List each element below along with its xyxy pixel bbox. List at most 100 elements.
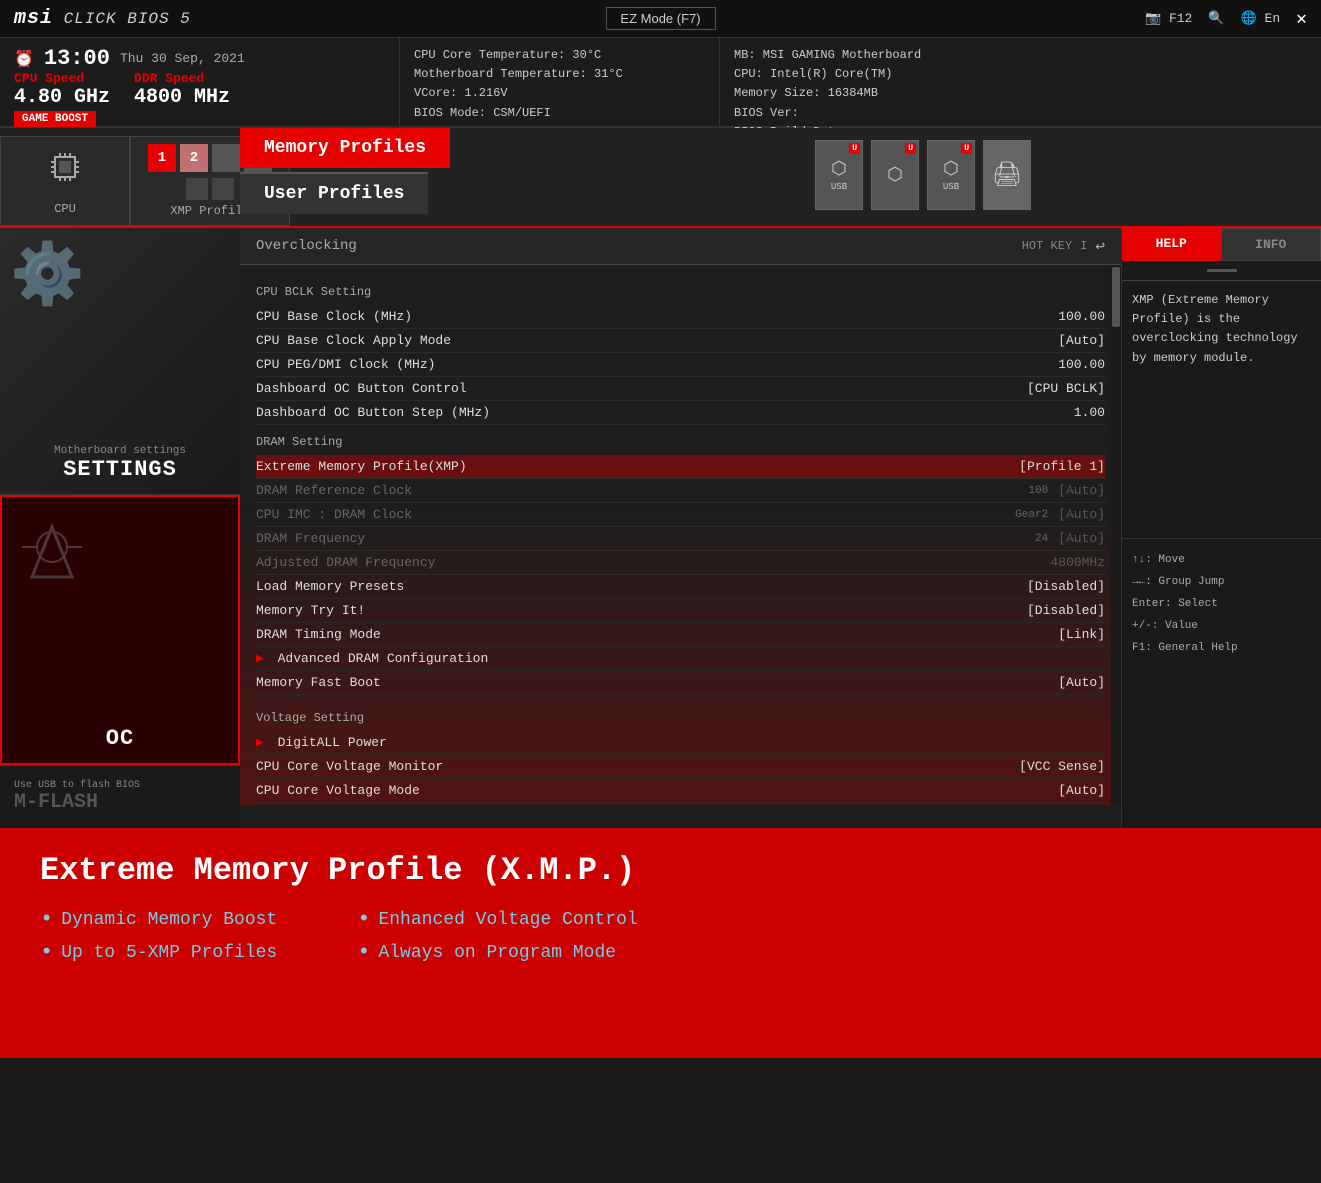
settings-bg-icon: ⚙️ xyxy=(10,238,85,313)
setting-cpu-core-volt-mode[interactable]: CPU Core Voltage Mode [Auto] xyxy=(256,779,1105,803)
xmp-num-5 xyxy=(186,178,208,200)
search-button[interactable]: 🔍 xyxy=(1208,11,1224,26)
top-bar: msi CLICK BIOS 5 EZ Mode (F7) 📷 F12 🔍 🌐 … xyxy=(0,0,1321,38)
setting-dram-freq[interactable]: DRAM Frequency 24 [Auto] xyxy=(256,527,1105,551)
setting-cpu-core-volt-monitor[interactable]: CPU Core Voltage Monitor [VCC Sense] xyxy=(256,755,1105,779)
screenshot-button[interactable]: 📷 F12 xyxy=(1145,11,1192,26)
usb-icon-1[interactable]: U ⬡ USB xyxy=(815,140,863,210)
oc-header: Overclocking HOT KEY I ↩ xyxy=(240,228,1121,265)
cpu-icon xyxy=(45,147,85,196)
tab-cpu[interactable]: CPU xyxy=(0,136,130,226)
user-profiles-button[interactable]: User Profiles xyxy=(240,172,428,214)
feature-dynamic-memory: Dynamic Memory Boost xyxy=(40,907,277,932)
tab-help[interactable]: HELP xyxy=(1122,228,1221,261)
language-button[interactable]: 🌐 En xyxy=(1241,11,1281,26)
features-right: Enhanced Voltage Control Always on Progr… xyxy=(357,907,637,965)
help-footer-enter: Enter: Select xyxy=(1132,593,1311,615)
memory-profiles-button[interactable]: Memory Profiles xyxy=(240,128,450,168)
usb-icon-2[interactable]: U ⬡ xyxy=(871,140,919,210)
feature-5xmp-profiles: Up to 5-XMP Profiles xyxy=(40,940,277,965)
sidebar: ⚙️ Motherboard settings SETTINGS OC Use xyxy=(0,228,240,828)
hotkey-row: HOT KEY I ↩ xyxy=(1022,236,1105,256)
bottom-title: Extreme Memory Profile (X.M.P.) xyxy=(40,852,1281,889)
usb-label-1: USB xyxy=(831,182,847,192)
current-time: 13:00 xyxy=(44,46,110,71)
setting-load-mem-presets[interactable]: Load Memory Presets [Disabled] xyxy=(256,575,1105,599)
ez-mode-button[interactable]: EZ Mode (F7) xyxy=(605,7,715,30)
close-button[interactable]: ✕ xyxy=(1296,8,1307,30)
sidebar-item-mflash[interactable]: Use USB to flash BIOS M-FLASH xyxy=(0,765,240,828)
setting-mem-fast-boot[interactable]: Memory Fast Boot [Auto] xyxy=(256,671,1105,695)
help-panel: HELP INFO XMP (Extreme Memory Profile) i… xyxy=(1121,228,1321,828)
back-button[interactable]: ↩ xyxy=(1095,236,1105,256)
info-bar: ⏰ 13:00 Thu 30 Sep, 2021 CPU Speed 4.80 … xyxy=(0,38,1321,128)
usb-badge-2: U xyxy=(905,143,916,154)
info-left: ⏰ 13:00 Thu 30 Sep, 2021 CPU Speed 4.80 … xyxy=(0,38,400,126)
usb-icon-3[interactable]: U ⬡ USB xyxy=(927,140,975,210)
oc-content: CPU BCLK Setting CPU Base Clock (MHz) 10… xyxy=(240,265,1121,805)
section-dram: DRAM Setting xyxy=(256,435,1105,449)
current-date: Thu 30 Sep, 2021 xyxy=(120,51,245,66)
usb-symbol-3: ⬡ xyxy=(943,158,959,180)
setting-digitall-power[interactable]: ▶ DigitALL Power xyxy=(256,731,1105,755)
scrollbar[interactable] xyxy=(1111,265,1121,805)
tab-info[interactable]: INFO xyxy=(1221,228,1321,261)
cpu-speed: CPU Speed 4.80 GHz xyxy=(14,71,110,109)
info-right: MB: MSI GAMING Motherboard CPU: Intel(R)… xyxy=(720,38,1321,126)
usb-badge-3: U xyxy=(961,143,972,154)
xmp-num-6 xyxy=(212,178,234,200)
usb-symbol-2: ⬡ xyxy=(887,164,903,186)
help-footer: ↑↓: Move →←: Group Jump Enter: Select +/… xyxy=(1122,538,1321,669)
bios-ver: BIOS Ver: xyxy=(734,104,1307,123)
section-voltage: Voltage Setting xyxy=(256,711,1105,725)
info-mid: CPU Core Temperature: 30°C Motherboard T… xyxy=(400,38,720,126)
oc-panel: Overclocking HOT KEY I ↩ CPU BCLK Settin… xyxy=(240,228,1121,828)
hotkey-label: HOT KEY xyxy=(1022,239,1072,253)
sidebar-item-settings[interactable]: ⚙️ Motherboard settings SETTINGS xyxy=(0,228,240,495)
setting-advanced-dram[interactable]: ▶ Advanced DRAM Configuration xyxy=(256,647,1105,671)
oc-title: Overclocking xyxy=(256,238,357,254)
clock-icon: ⏰ xyxy=(14,49,34,69)
help-footer-move: ↑↓: Move xyxy=(1132,549,1311,571)
setting-xmp[interactable]: Extreme Memory Profile(XMP) [Profile 1] xyxy=(256,455,1105,479)
mb-temp: Motherboard Temperature: 31°C xyxy=(414,65,705,84)
setting-cpu-imc-dram[interactable]: CPU IMC : DRAM Clock Gear2 [Auto] xyxy=(256,503,1105,527)
cpu-name: CPU: Intel(R) Core(TM) xyxy=(734,65,1307,84)
setting-dram-ref-clock[interactable]: DRAM Reference Clock 100 [Auto] xyxy=(256,479,1105,503)
setting-cpu-peg-dmi[interactable]: CPU PEG/DMI Clock (MHz) 100.00 xyxy=(256,353,1105,377)
tab-cpu-label: CPU xyxy=(54,202,76,216)
xmp-bottom-nums xyxy=(186,178,234,200)
setting-cpu-base-clock-mode[interactable]: CPU Base Clock Apply Mode [Auto] xyxy=(256,329,1105,353)
cpu-temp: CPU Core Temperature: 30°C xyxy=(414,46,705,65)
speed-row: CPU Speed 4.80 GHz DDR Speed 4800 MHz xyxy=(14,71,385,109)
setting-dashboard-oc-step[interactable]: Dashboard OC Button Step (MHz) 1.00 xyxy=(256,401,1105,425)
setting-mem-try-it[interactable]: Memory Try It! [Disabled] xyxy=(256,599,1105,623)
mem-size: Memory Size: 16384MB xyxy=(734,84,1307,103)
msi-logo: msi CLICK BIOS 5 xyxy=(14,7,191,30)
game-boost-badge[interactable]: GAME BOOST xyxy=(14,111,96,127)
hotkey-separator: I xyxy=(1080,239,1087,253)
usb-badge-1: U xyxy=(849,143,860,154)
vcore: VCore: 1.216V xyxy=(414,84,705,103)
setting-dram-timing-mode[interactable]: DRAM Timing Mode [Link] xyxy=(256,623,1105,647)
bottom-section: Extreme Memory Profile (X.M.P.) Dynamic … xyxy=(0,828,1321,1058)
sidebar-item-oc[interactable]: OC xyxy=(0,495,240,765)
help-footer-group: →←: Group Jump xyxy=(1132,571,1311,593)
nav-tabs: CPU 1 2 XMP Profile Memory Profiles User… xyxy=(0,128,1321,228)
main-content: ⚙️ Motherboard settings SETTINGS OC Use xyxy=(0,228,1321,828)
xmp-num-1: 1 xyxy=(148,144,176,172)
setting-cpu-base-clock[interactable]: CPU Base Clock (MHz) 100.00 xyxy=(256,305,1105,329)
usb-symbol-1: ⬡ xyxy=(831,158,847,180)
help-separator xyxy=(1122,261,1321,281)
oc-bg-icon xyxy=(12,507,92,592)
xmp-profile-label: XMP Profile xyxy=(170,204,249,218)
setting-dashboard-oc-control[interactable]: Dashboard OC Button Control [CPU BCLK] xyxy=(256,377,1105,401)
usb-label-3: USB xyxy=(943,182,959,192)
setting-adj-dram-freq: Adjusted DRAM Frequency 4800MHz xyxy=(256,551,1105,575)
usb-icons-row: U ⬡ USB U ⬡ U ⬡ USB 🖨 xyxy=(815,140,1031,210)
settings-text: Motherboard settings SETTINGS xyxy=(54,445,186,482)
top-bar-actions: 📷 F12 🔍 🌐 En ✕ xyxy=(1145,8,1307,30)
section-cpu-bclk: CPU BCLK Setting xyxy=(256,285,1105,299)
usb-icon-4[interactable]: 🖨 xyxy=(983,140,1031,210)
ddr-speed: DDR Speed 4800 MHz xyxy=(134,71,230,109)
